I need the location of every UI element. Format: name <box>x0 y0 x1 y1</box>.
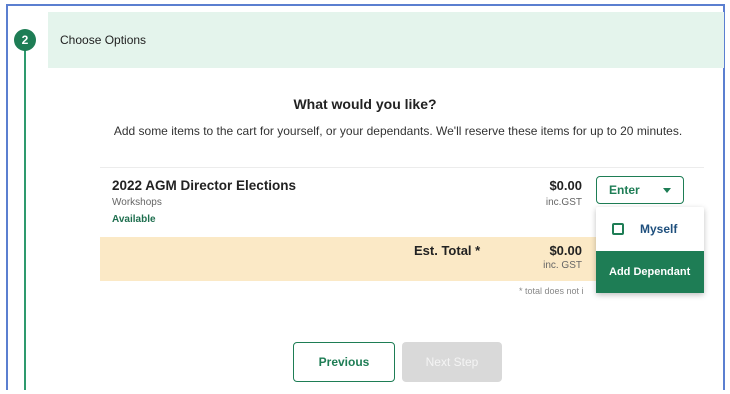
add-dependant-button[interactable]: Add Dependant <box>596 251 704 293</box>
total-gst-note: inc. GST <box>543 260 582 271</box>
add-dependant-label: Add Dependant <box>609 266 691 278</box>
item-name: 2022 AGM Director Elections <box>112 178 297 193</box>
menu-option-myself[interactable]: Myself <box>596 207 704 251</box>
enter-button-label: Enter <box>609 183 640 197</box>
next-step-button[interactable]: Next Step <box>402 342 502 382</box>
myself-checkbox[interactable] <box>612 223 624 235</box>
previous-button[interactable]: Previous <box>293 342 395 382</box>
total-footnote: * total does not i <box>519 286 584 296</box>
step-number-badge: 2 <box>14 29 36 51</box>
item-gst-note: inc.GST <box>545 197 582 208</box>
menu-option-myself-label: Myself <box>640 222 678 236</box>
item-category: Workshops <box>112 197 162 208</box>
step-header: Choose Options <box>48 12 724 68</box>
caret-down-icon <box>663 188 671 193</box>
page-subtext: Add some items to the cart for yourself,… <box>113 124 683 138</box>
item-availability: Available <box>112 214 156 225</box>
step-title: Choose Options <box>60 33 147 47</box>
enter-dropdown-button[interactable]: Enter <box>596 176 684 204</box>
page-heading: What would you like? <box>293 96 437 112</box>
item-price: $0.00 <box>549 178 582 193</box>
total-label: Est. Total * <box>414 243 481 258</box>
enter-dropdown-menu: Myself Add Dependant <box>596 207 704 293</box>
total-price: $0.00 <box>549 243 582 258</box>
